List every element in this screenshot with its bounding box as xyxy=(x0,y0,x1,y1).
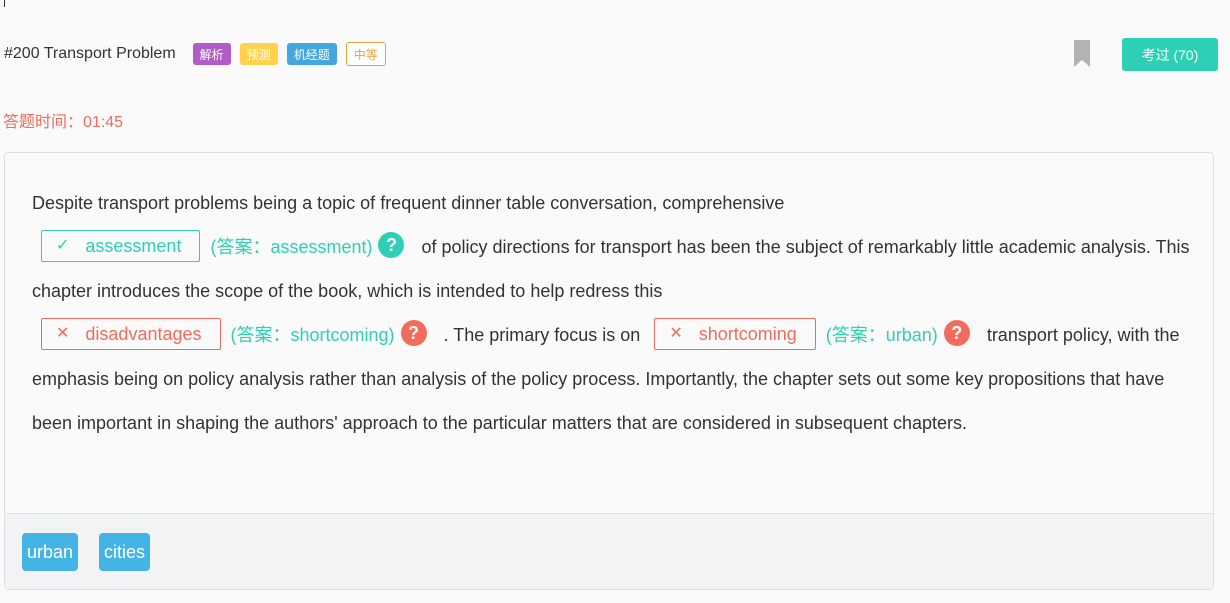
tag-machine-question[interactable]: 机经题 xyxy=(286,43,337,65)
keyword-tag-cities[interactable]: cities xyxy=(99,533,151,571)
question-card: Despite transport problems being a topic… xyxy=(4,152,1214,590)
question-icon[interactable]: ? xyxy=(400,320,427,347)
tag-prediction[interactable]: 预测 xyxy=(239,43,278,65)
tag-analysis[interactable]: 解析 xyxy=(192,43,231,65)
correct-answer: (答案：shortcoming) xyxy=(230,325,395,345)
question-icon[interactable]: ? xyxy=(378,232,405,259)
question-title: #200 Transport Problem xyxy=(4,45,176,62)
passage-segment: of policy directions for transport has b… xyxy=(32,237,1190,301)
correct-answer: (答案：urban) xyxy=(825,325,938,345)
user-answer: disadvantages xyxy=(85,324,202,345)
check-icon: ✓ xyxy=(56,237,70,255)
cross-icon: ✕ xyxy=(669,325,683,343)
passage-segment: . The primary focus is on xyxy=(443,325,641,345)
user-answer: assessment xyxy=(85,236,182,257)
timer-label: 答题时间： xyxy=(3,114,84,131)
passage-segment: Despite transport problems being a topic… xyxy=(32,193,785,213)
user-answer: shortcoming xyxy=(698,324,797,345)
text-cursor xyxy=(4,0,5,7)
keyword-bar: urban cities xyxy=(5,513,1213,589)
tag-difficulty: 中等 xyxy=(345,42,386,66)
answer-blank-2[interactable]: ✕ disadvantages xyxy=(41,318,221,351)
cross-icon: ✕ xyxy=(56,325,70,343)
answer-timer: 答题时间：01:45 xyxy=(3,108,123,132)
passed-count-button[interactable]: 考过 (70) xyxy=(1122,38,1218,71)
question-icon[interactable]: ? xyxy=(943,320,970,347)
answer-blank-1[interactable]: ✓ assessment xyxy=(41,230,201,263)
keyword-tag-urban[interactable]: urban xyxy=(22,533,79,571)
page: #200 Transport Problem 解析 预测 机经题 中等 考过 (… xyxy=(0,0,1230,603)
bookmark-icon[interactable] xyxy=(1074,40,1090,67)
question-header: #200 Transport Problem 解析 预测 机经题 中等 考过 (… xyxy=(4,38,1218,71)
correct-answer: (答案：assessment) xyxy=(210,237,373,257)
timer-value: 01:45 xyxy=(83,114,124,131)
passage-text: Despite transport problems being a topic… xyxy=(32,181,1192,445)
answer-blank-3[interactable]: ✕ shortcoming xyxy=(654,318,816,351)
